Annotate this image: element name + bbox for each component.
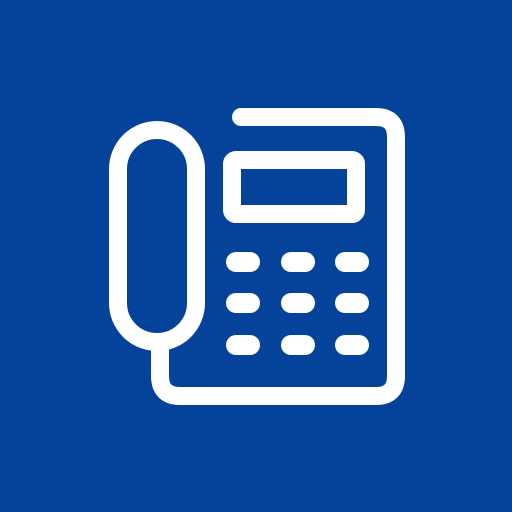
keypad (226, 252, 369, 355)
keypad-key (226, 335, 260, 355)
keypad-key (335, 252, 369, 272)
keypad-key (335, 335, 369, 355)
handset-shape (109, 121, 205, 351)
keypad-key (226, 293, 260, 313)
keypad-key (281, 335, 315, 355)
phone-app-icon[interactable] (0, 0, 512, 512)
display-screen (223, 151, 365, 223)
keypad-key (335, 293, 369, 313)
keypad-key (226, 252, 260, 272)
desk-phone-icon (109, 108, 405, 405)
keypad-key (281, 293, 315, 313)
keypad-key (281, 252, 315, 272)
